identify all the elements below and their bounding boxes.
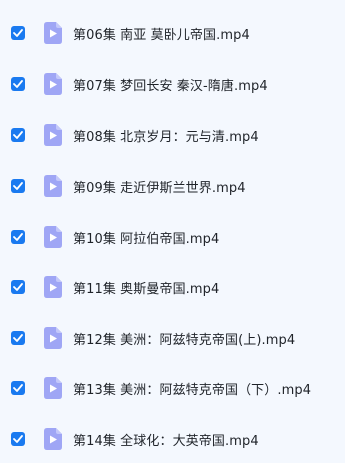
- file-row[interactable]: 第08集 北京岁月：元与清.mp4: [0, 113, 345, 157]
- checkbox-checked[interactable]: [11, 280, 25, 294]
- file-row[interactable]: 第09集 走近伊斯兰世界.mp4: [0, 164, 345, 208]
- video-file-icon: [44, 428, 62, 450]
- checkbox-checked[interactable]: [11, 331, 25, 345]
- video-file-icon: [44, 327, 62, 349]
- checkbox-checked[interactable]: [11, 128, 25, 142]
- checkbox-checked[interactable]: [11, 230, 25, 244]
- file-row[interactable]: 第12集 美洲：阿兹特克帝国(上).mp4: [0, 316, 345, 360]
- checkbox-checked[interactable]: [11, 26, 25, 40]
- file-name: 第08集 北京岁月：元与清.mp4: [73, 129, 259, 145]
- checkmark-icon: [13, 283, 23, 291]
- checkmark-icon: [13, 233, 23, 241]
- checkmark-icon: [13, 334, 23, 342]
- video-file-icon: [44, 124, 62, 146]
- checkmark-icon: [13, 29, 23, 37]
- checkmark-icon: [13, 384, 23, 392]
- video-file-icon: [44, 175, 62, 197]
- file-name: 第09集 走近伊斯兰世界.mp4: [73, 180, 246, 196]
- video-file-icon: [44, 226, 62, 248]
- file-row[interactable]: 第10集 阿拉伯帝国.mp4: [0, 215, 345, 259]
- checkmark-icon: [13, 131, 23, 139]
- video-file-icon: [44, 22, 62, 44]
- video-file-icon: [44, 377, 62, 399]
- file-name: 第12集 美洲：阿兹特克帝国(上).mp4: [73, 332, 296, 348]
- file-name: 第10集 阿拉伯帝国.mp4: [73, 231, 220, 247]
- checkbox-checked[interactable]: [11, 179, 25, 193]
- file-name: 第14集 全球化：大英帝国.mp4: [73, 433, 259, 449]
- video-file-icon: [44, 276, 62, 298]
- file-row[interactable]: 第14集 全球化：大英帝国.mp4: [0, 417, 345, 461]
- file-name: 第11集 奥斯曼帝国.mp4: [73, 281, 220, 297]
- file-list: 第06集 南亚 莫卧儿帝国.mp4 第07集 梦回长安 秦汉-隋唐.mp4 第0…: [0, 0, 345, 463]
- checkbox-checked[interactable]: [11, 77, 25, 91]
- checkmark-icon: [13, 435, 23, 443]
- checkmark-icon: [13, 182, 23, 190]
- checkmark-icon: [13, 80, 23, 88]
- video-file-icon: [44, 73, 62, 95]
- file-row[interactable]: 第07集 梦回长安 秦汉-隋唐.mp4: [0, 62, 345, 106]
- file-row[interactable]: 第11集 奥斯曼帝国.mp4: [0, 265, 345, 309]
- file-row[interactable]: 第13集 美洲：阿兹特克帝国（下）.mp4: [0, 366, 345, 410]
- checkbox-checked[interactable]: [11, 432, 25, 446]
- file-row[interactable]: 第06集 南亚 莫卧儿帝国.mp4: [0, 11, 345, 55]
- file-name: 第07集 梦回长安 秦汉-隋唐.mp4: [73, 78, 268, 94]
- file-name: 第13集 美洲：阿兹特克帝国（下）.mp4: [73, 382, 312, 398]
- file-name: 第06集 南亚 莫卧儿帝国.mp4: [73, 27, 250, 43]
- checkbox-checked[interactable]: [11, 381, 25, 395]
